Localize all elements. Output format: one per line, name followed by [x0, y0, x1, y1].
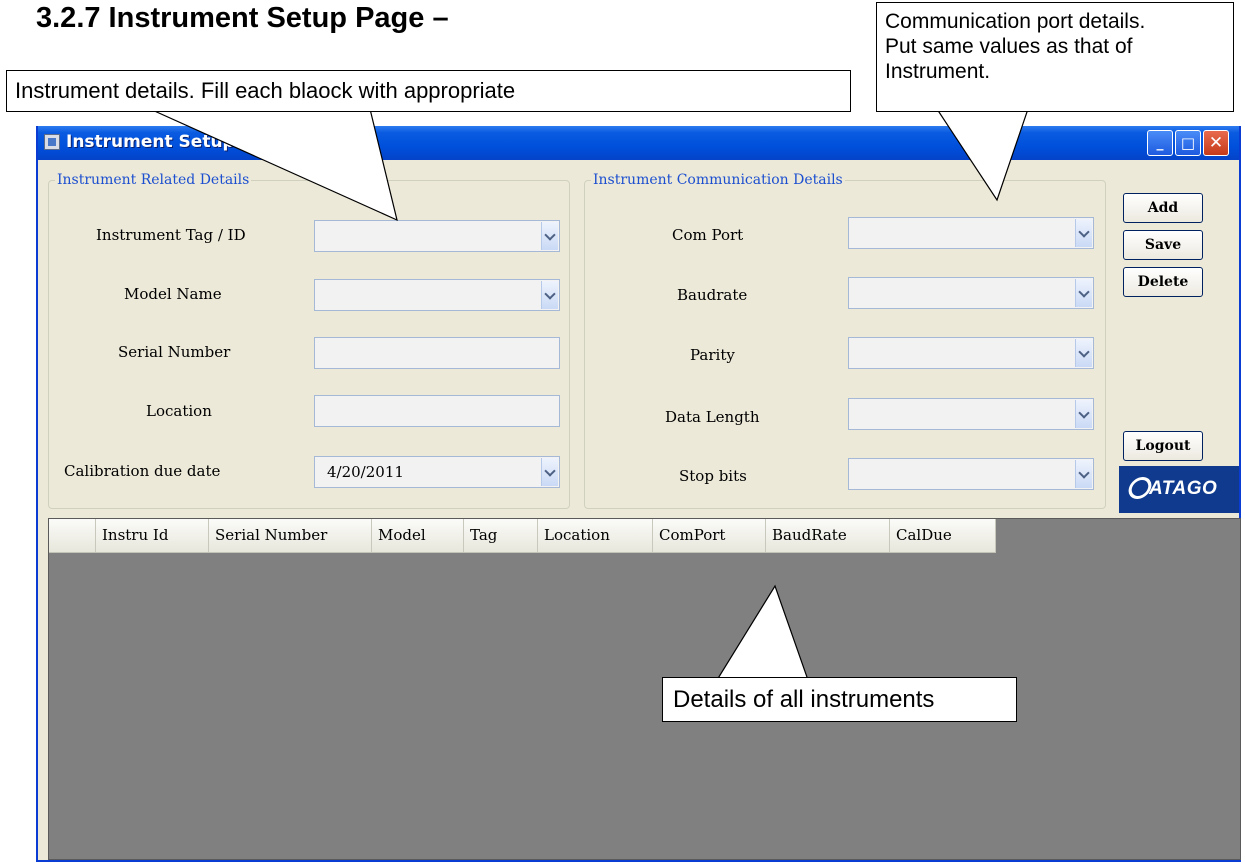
column-header-tag[interactable]: Tag — [464, 519, 538, 552]
calibration-due-date-value: 4/20/2011 — [327, 463, 404, 481]
instrument-tag-combo[interactable] — [314, 220, 560, 252]
calibration-due-date-label: Calibration due date — [64, 462, 221, 480]
column-header-model[interactable]: Model — [372, 519, 464, 552]
save-button[interactable]: Save — [1123, 230, 1203, 260]
close-button[interactable]: ✕ — [1203, 130, 1229, 156]
chevron-down-icon[interactable] — [541, 281, 558, 309]
column-header-location[interactable]: Location — [538, 519, 653, 552]
chevron-down-icon[interactable] — [1075, 279, 1092, 307]
instrument-tag-label: Instrument Tag / ID — [96, 226, 246, 244]
callout-instrument-details-text: Instrument details. Fill each blaock wit… — [15, 78, 516, 103]
column-header-baudrate[interactable]: BaudRate — [766, 519, 890, 552]
chevron-down-icon[interactable] — [1075, 339, 1092, 367]
grid-row-header-corner[interactable] — [49, 519, 96, 552]
callout-instrument-details: Instrument details. Fill each blaock wit… — [6, 70, 851, 112]
data-length-label: Data Length — [665, 408, 760, 426]
group-legend-related: Instrument Related Details — [57, 172, 250, 188]
column-header-caldue[interactable]: CalDue — [890, 519, 996, 552]
stop-bits-label: Stop bits — [679, 467, 747, 485]
model-name-combo[interactable] — [314, 279, 560, 311]
parity-combo[interactable] — [848, 337, 1094, 369]
atago-logo-text: ATAGO — [1149, 478, 1218, 499]
column-header-instru-id[interactable]: Instru Id — [96, 519, 209, 552]
grid-header-row: Instru Id Serial Number Model Tag Locati… — [49, 519, 996, 553]
callout-grid-details-text: Details of all instruments — [673, 686, 935, 713]
app-icon — [44, 134, 60, 150]
callout-communication-line-1: Communication port details. — [885, 10, 1146, 33]
chevron-down-icon[interactable] — [1075, 219, 1092, 247]
window-title: Instrument Setup — [66, 132, 235, 152]
group-legend-communication: Instrument Communication Details — [593, 172, 843, 188]
parity-label: Parity — [690, 346, 735, 364]
stop-bits-combo[interactable] — [848, 458, 1094, 490]
data-length-combo[interactable] — [848, 398, 1094, 430]
chevron-down-icon[interactable] — [541, 458, 558, 486]
callout-communication-line-2: Put same values as that of — [885, 35, 1133, 58]
serial-number-label: Serial Number — [118, 343, 231, 361]
logout-button[interactable]: Logout — [1123, 431, 1203, 461]
baudrate-combo[interactable] — [848, 277, 1094, 309]
column-header-serial-number[interactable]: Serial Number — [209, 519, 372, 552]
add-button[interactable]: Add — [1123, 193, 1203, 223]
instruments-grid[interactable]: Instru Id Serial Number Model Tag Locati… — [48, 518, 1241, 860]
chevron-down-icon[interactable] — [1075, 400, 1092, 428]
atago-logo: ATAGO — [1119, 466, 1239, 513]
serial-number-input[interactable] — [314, 337, 560, 369]
instrument-setup-window: Instrument Setup _ □ ✕ Instrument Relate… — [36, 126, 1241, 862]
chevron-down-icon[interactable] — [1075, 460, 1092, 488]
document-heading: 3.2.7 Instrument Setup Page – — [36, 2, 449, 34]
model-name-label: Model Name — [124, 285, 222, 303]
title-bar[interactable]: Instrument Setup _ □ ✕ — [38, 126, 1239, 160]
chevron-down-icon[interactable] — [541, 222, 558, 250]
baudrate-label: Baudrate — [677, 286, 748, 304]
maximize-button[interactable]: □ — [1175, 130, 1201, 156]
callout-communication-line-3: Instrument. — [885, 60, 991, 83]
delete-button[interactable]: Delete — [1123, 267, 1203, 297]
calibration-due-date-picker[interactable]: 4/20/2011 — [314, 456, 560, 488]
location-label: Location — [146, 402, 212, 420]
com-port-label: Com Port — [672, 226, 744, 244]
com-port-combo[interactable] — [848, 217, 1094, 249]
column-header-comport[interactable]: ComPort — [653, 519, 766, 552]
callout-grid-details: Details of all instruments — [662, 677, 1017, 722]
location-input[interactable] — [314, 395, 560, 427]
minimize-button[interactable]: _ — [1147, 130, 1173, 156]
callout-communication-details: Communication port details. Put same val… — [876, 2, 1234, 112]
